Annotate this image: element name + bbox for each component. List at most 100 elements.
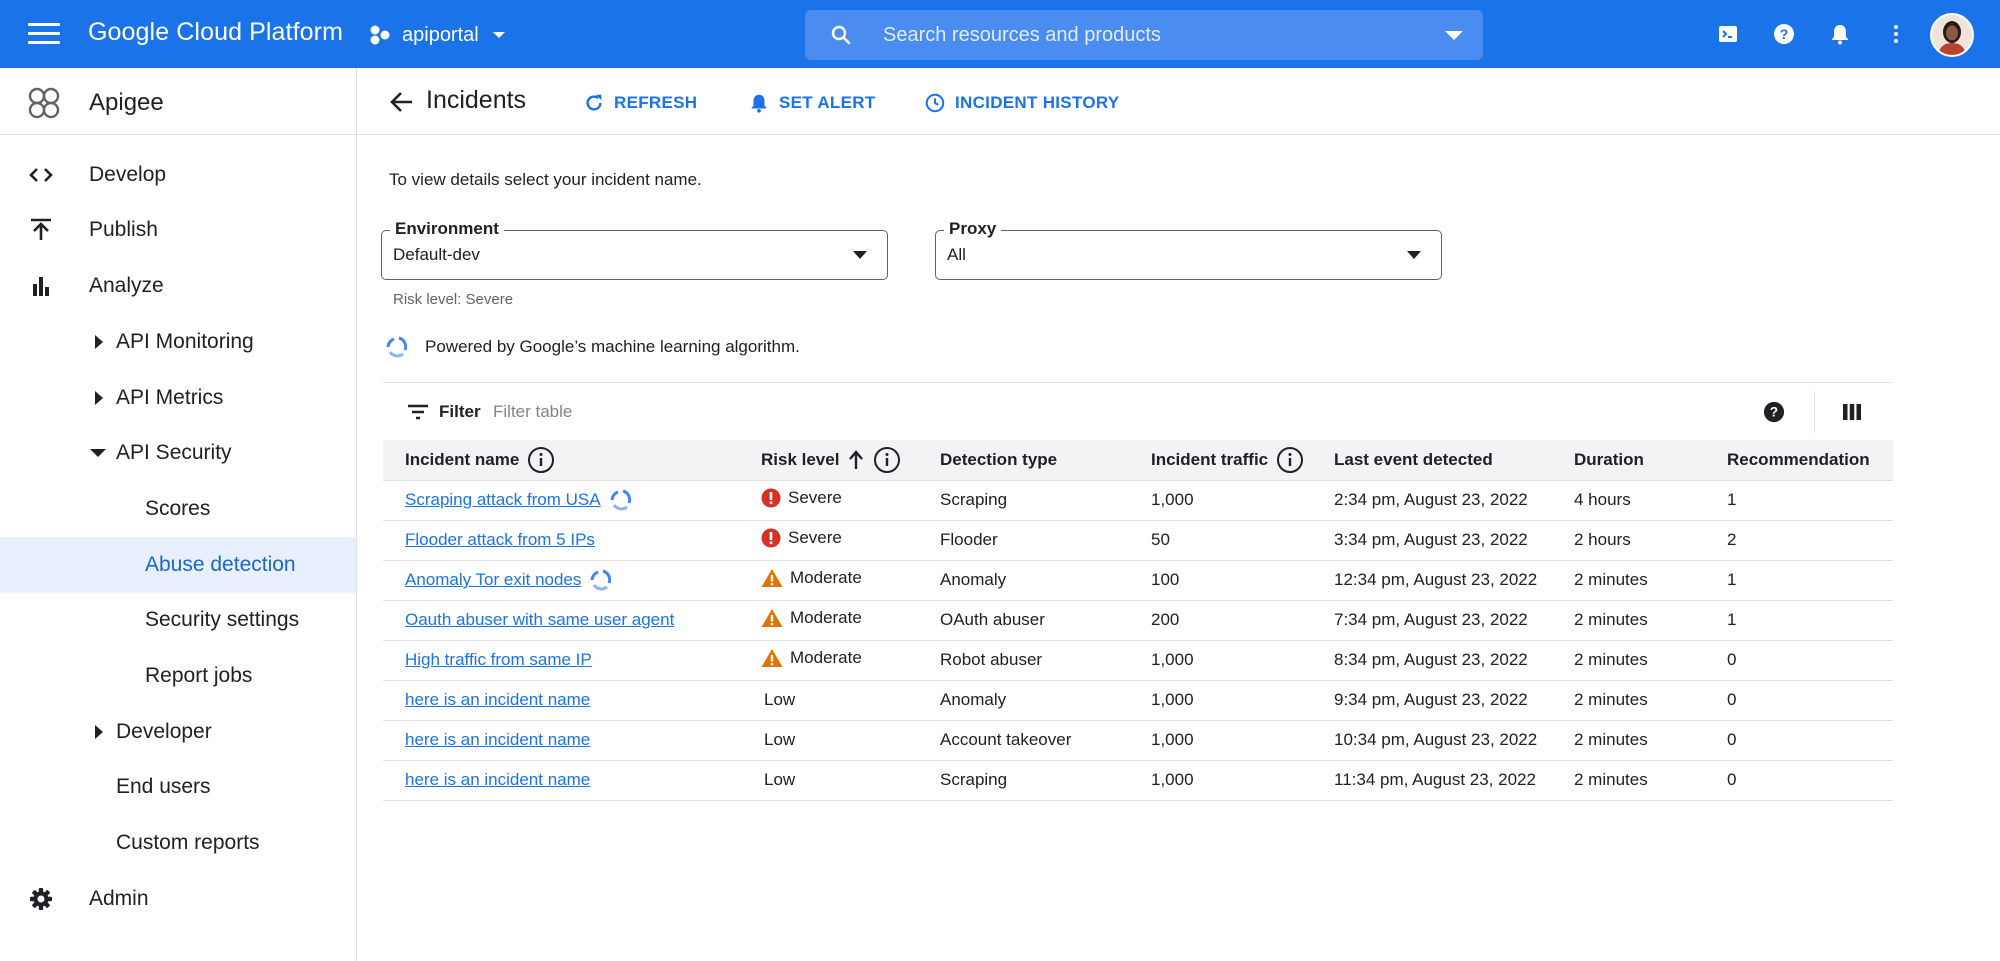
help-icon[interactable]: ? — [1772, 22, 1796, 46]
table-row[interactable]: here is an incident name Low Account takeo… — [383, 720, 1893, 761]
nav-custom-reports[interactable]: Custom reports — [0, 815, 356, 871]
help-icon[interactable]: ? — [1763, 401, 1785, 423]
col-incident-name[interactable]: Incident name — [383, 440, 739, 481]
risk-level-text: Severe — [788, 487, 842, 507]
svg-text:?: ? — [1770, 405, 1778, 420]
warning-icon — [761, 568, 783, 587]
incidents-table-card: Filter ? Incident name Risk level Detect… — [383, 382, 1893, 801]
project-icon — [370, 25, 390, 45]
nav-develop[interactable]: Develop — [0, 147, 356, 203]
col-detection-type[interactable]: Detection type — [918, 440, 1129, 481]
info-icon[interactable] — [873, 446, 901, 474]
cell-incident-name: Oauth abuser with same user agent — [383, 600, 739, 641]
nav-end-users[interactable]: End users — [0, 759, 356, 815]
proxy-select[interactable]: Proxy All — [935, 219, 1442, 280]
cell-incident-traffic: 200 — [1129, 600, 1312, 641]
cell-incident-name: Anomaly Tor exit nodes — [383, 560, 739, 601]
search-input[interactable] — [883, 15, 1445, 55]
search-bar[interactable] — [805, 10, 1483, 60]
incident-name-link[interactable]: Flooder attack from 5 IPs — [405, 530, 595, 550]
table-row[interactable]: here is an incident name Low Scraping 1,000… — [383, 760, 1893, 801]
environment-label: Environment — [390, 219, 504, 239]
nav-api-monitoring[interactable]: API Monitoring — [0, 314, 356, 370]
code-icon — [29, 168, 53, 182]
incident-name-link[interactable]: High traffic from same IP — [405, 650, 592, 670]
incident-name-link[interactable]: Anomaly Tor exit nodes — [405, 570, 581, 590]
table-body: Scraping attack from USA Severe Scraping 1,… — [383, 480, 1893, 801]
nav-analyze[interactable]: Analyze — [0, 258, 356, 314]
nav-admin[interactable]: Admin — [0, 871, 356, 927]
cell-detection-type: Robot abuser — [918, 640, 1129, 681]
cell-duration: 2 minutes — [1552, 560, 1705, 601]
nav-security-settings[interactable]: Security settings — [0, 592, 356, 648]
cloud-shell-icon[interactable] — [1716, 22, 1740, 46]
table-row[interactable]: High traffic from same IP Moderate Robot a… — [383, 640, 1893, 681]
table-row[interactable]: Scraping attack from USA Severe Scraping 1,… — [383, 480, 1893, 521]
incident-name-link[interactable]: Oauth abuser with same user agent — [405, 610, 674, 630]
nav-api-metrics[interactable]: API Metrics — [0, 370, 356, 426]
nav-api-security[interactable]: API Security — [0, 425, 356, 481]
notifications-bell-icon[interactable] — [1828, 22, 1852, 46]
incident-name-link[interactable]: Scraping attack from USA — [405, 490, 601, 510]
nav-abuse-detection[interactable]: Abuse detection — [0, 537, 356, 593]
warning-icon — [761, 648, 783, 667]
incident-name-link[interactable]: here is an incident name — [405, 770, 590, 790]
table-row[interactable]: Anomaly Tor exit nodes Moderate Anomaly 100… — [383, 560, 1893, 601]
product-brand[interactable]: Google Cloud Platform — [88, 18, 343, 47]
ml-note-text: Powered by Google’s machine learning alg… — [425, 337, 800, 356]
nav-custom-reports-label: Custom reports — [116, 831, 260, 854]
col-detection-type-label: Detection type — [940, 449, 1058, 469]
nav-security-settings-label: Security settings — [145, 608, 300, 631]
caret-right-icon — [95, 725, 103, 739]
table-row[interactable]: here is an incident name Low Anomaly 1,000 9… — [383, 680, 1893, 721]
cell-detection-type: Scraping — [918, 760, 1129, 801]
more-vert-icon[interactable] — [1884, 22, 1908, 46]
nav-developer[interactable]: Developer — [0, 704, 356, 760]
info-icon[interactable] — [1276, 446, 1304, 474]
nav-publish-label: Publish — [89, 218, 158, 241]
filter-button[interactable]: Filter — [407, 402, 481, 422]
user-avatar[interactable] — [1930, 13, 1974, 57]
search-dropdown-icon[interactable] — [1445, 30, 1463, 40]
incident-name-link[interactable]: here is an incident name — [405, 730, 590, 750]
col-recommendation[interactable]: Recommendation — [1705, 440, 1893, 481]
risk-level-text: Low — [764, 770, 796, 789]
nav-publish[interactable]: Publish — [0, 202, 356, 258]
nav-abuse-detection-label: Abuse detection — [145, 553, 296, 576]
table-row[interactable]: Oauth abuser with same user agent Moderat… — [383, 600, 1893, 641]
cell-detection-type: Anomaly — [918, 680, 1129, 721]
gear-icon — [30, 888, 52, 910]
cell-risk-level: Severe — [739, 520, 918, 561]
col-risk-level[interactable]: Risk level — [739, 440, 918, 481]
sidebar-title: Apigee — [89, 89, 164, 116]
refresh-button[interactable]: REFRESH — [583, 90, 697, 116]
caret-right-icon — [95, 335, 103, 349]
environment-helper-text: Risk level: Severe — [393, 291, 514, 308]
table-row[interactable]: Flooder attack from 5 IPs Severe Flooder 50… — [383, 520, 1893, 561]
col-incident-traffic[interactable]: Incident traffic — [1129, 440, 1312, 481]
project-name: apiportal — [402, 23, 479, 46]
incident-name-link[interactable]: here is an incident name — [405, 690, 590, 710]
nav-scores[interactable]: Scores — [0, 481, 356, 537]
col-duration[interactable]: Duration — [1552, 440, 1705, 481]
cell-duration: 4 hours — [1552, 480, 1705, 521]
column-display-icon[interactable] — [1843, 403, 1861, 421]
environment-select[interactable]: Environment Default-dev — [381, 219, 888, 280]
back-arrow-icon[interactable] — [389, 89, 415, 115]
cell-last-event: 3:34 pm, August 23, 2022 — [1312, 520, 1552, 561]
cell-last-event: 11:34 pm, August 23, 2022 — [1312, 760, 1552, 801]
set-alert-button[interactable]: SET ALERT — [748, 90, 876, 116]
sort-arrow-up-icon[interactable] — [847, 449, 865, 470]
project-selector[interactable]: apiportal — [368, 18, 509, 52]
incident-history-button[interactable]: INCIDENT HISTORY — [924, 90, 1119, 116]
bell-icon — [751, 94, 767, 113]
filter-table-input[interactable] — [493, 397, 993, 427]
hamburger-menu-icon[interactable] — [28, 20, 60, 48]
col-last-event[interactable]: Last event detected — [1312, 440, 1552, 481]
col-incident-traffic-label: Incident traffic — [1151, 449, 1269, 469]
info-icon[interactable] — [527, 446, 555, 474]
nav-report-jobs[interactable]: Report jobs — [0, 648, 356, 704]
dropdown-arrow-icon — [853, 251, 867, 259]
cell-detection-type: Flooder — [918, 520, 1129, 561]
cell-risk-level: Moderate — [739, 560, 918, 601]
